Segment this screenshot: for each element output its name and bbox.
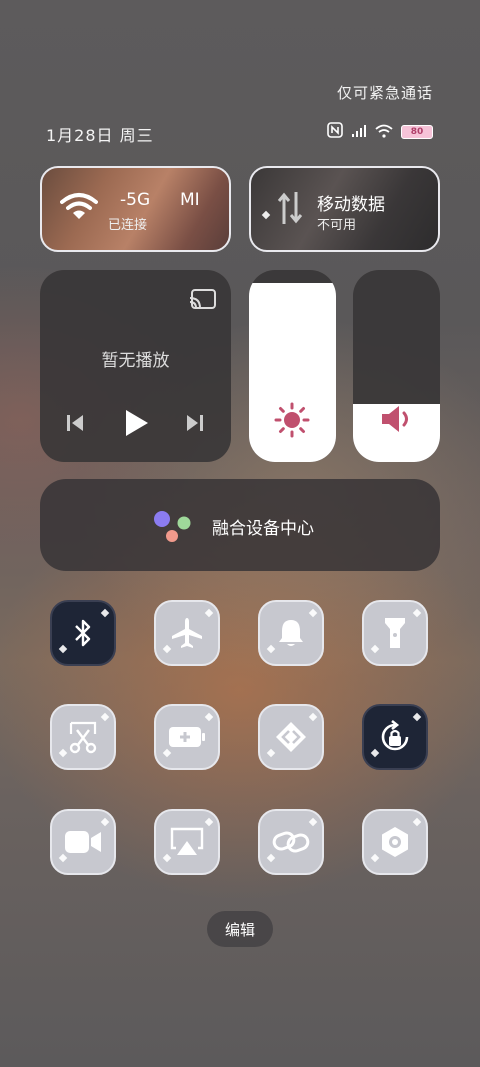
- sparkle-icon: [204, 608, 214, 618]
- hexagon-gear-icon: [378, 825, 412, 859]
- airplane-icon: [170, 616, 204, 650]
- date-text: 1月28日 周三: [46, 126, 154, 145]
- toggle-screen-cast[interactable]: [154, 809, 220, 875]
- scissors-icon: [66, 720, 100, 754]
- previous-track-icon[interactable]: [64, 412, 86, 438]
- sparkle-icon: [100, 712, 110, 722]
- video-camera-icon: [64, 829, 102, 855]
- wifi-icon: [60, 192, 98, 226]
- signal-icon: [351, 123, 367, 142]
- sparkle-icon: [58, 853, 68, 863]
- toggle-screen-record[interactable]: [50, 809, 116, 875]
- sparkle-icon: [261, 210, 271, 220]
- wifi-network-suffix: MI: [180, 190, 200, 210]
- mobile-data-icon: [277, 190, 303, 230]
- wifi-status: 已连接: [108, 218, 148, 233]
- sparkle-icon: [308, 712, 318, 722]
- sparkle-icon: [412, 817, 422, 827]
- toggle-battery-saver[interactable]: [154, 704, 220, 770]
- wifi-network-name: -5G: [120, 190, 151, 210]
- speaker-icon: [380, 404, 414, 438]
- mobile-data-status: 不可用: [317, 218, 357, 233]
- toggle-device-share[interactable]: [258, 704, 324, 770]
- play-icon[interactable]: [122, 408, 150, 442]
- toggle-screenshot[interactable]: [50, 704, 116, 770]
- wifi-status-icon: [375, 123, 393, 142]
- wifi-tile[interactable]: -5G MI 已连接: [40, 166, 231, 252]
- sparkle-icon: [162, 748, 172, 758]
- toggle-bluetooth[interactable]: [50, 600, 116, 666]
- battery-icon: 80: [401, 125, 433, 139]
- nfc-icon: [327, 122, 343, 142]
- sparkle-icon: [412, 608, 422, 618]
- screencast-icon: [169, 826, 205, 858]
- cast-icon[interactable]: [189, 288, 217, 314]
- sun-icon: [274, 402, 310, 442]
- sparkle-icon: [204, 712, 214, 722]
- battery-plus-icon: [168, 725, 206, 749]
- status-bar-icons: 80: [327, 122, 433, 142]
- emergency-call-text: 仅可紧急通话: [336, 84, 433, 102]
- sparkle-icon: [370, 644, 380, 654]
- sparkle-icon: [308, 608, 318, 618]
- mobile-data-tile[interactable]: 移动数据 不可用: [249, 166, 440, 252]
- media-card[interactable]: 暂无播放: [40, 270, 231, 462]
- edit-button[interactable]: 编辑: [207, 911, 273, 947]
- sparkle-icon: [58, 644, 68, 654]
- next-track-icon[interactable]: [184, 412, 206, 438]
- bluetooth-icon: [70, 617, 96, 649]
- sparkle-icon: [100, 817, 110, 827]
- toggle-flashlight[interactable]: [362, 600, 428, 666]
- share-arrows-icon: [274, 720, 308, 754]
- bell-icon: [276, 617, 306, 649]
- rotation-lock-icon: [377, 719, 413, 755]
- fusion-dots-icon: [152, 509, 194, 547]
- toggle-link[interactable]: [258, 809, 324, 875]
- mobile-data-label: 移动数据: [317, 195, 385, 215]
- sparkle-icon: [100, 608, 110, 618]
- brightness-slider[interactable]: [249, 270, 336, 462]
- link-icon: [272, 828, 310, 856]
- fusion-label: 融合设备中心: [212, 519, 314, 539]
- volume-slider[interactable]: [353, 270, 440, 462]
- toggle-rotation-lock[interactable]: [362, 704, 428, 770]
- sparkle-icon: [204, 817, 214, 827]
- flashlight-icon: [383, 615, 407, 651]
- fusion-device-center[interactable]: 融合设备中心: [40, 479, 440, 571]
- sparkle-icon: [266, 644, 276, 654]
- toggle-ringer[interactable]: [258, 600, 324, 666]
- toggle-settings[interactable]: [362, 809, 428, 875]
- sparkle-icon: [412, 712, 422, 722]
- toggle-airplane[interactable]: [154, 600, 220, 666]
- media-status: 暂无播放: [101, 351, 170, 371]
- sparkle-icon: [308, 817, 318, 827]
